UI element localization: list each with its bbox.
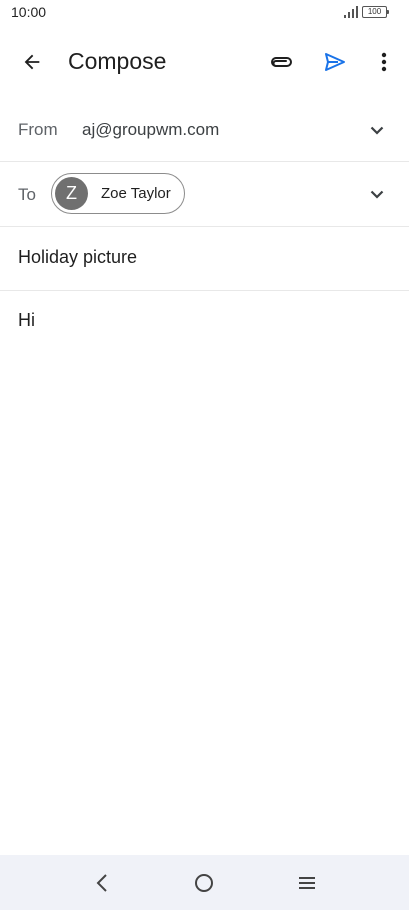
avatar: Z	[55, 177, 88, 210]
more-options-button[interactable]	[364, 42, 404, 82]
nav-menu-icon	[299, 877, 315, 889]
to-expand-button[interactable]	[361, 178, 393, 210]
page-title: Compose	[68, 48, 167, 74]
attach-button[interactable]	[262, 42, 302, 82]
attachment-icon	[271, 57, 292, 67]
nav-menu-button[interactable]	[287, 863, 327, 903]
app-bar: Compose	[0, 34, 409, 90]
back-button[interactable]	[12, 42, 52, 82]
status-time: 10:00	[11, 4, 47, 20]
from-label: From	[18, 120, 58, 139]
nav-back-icon	[96, 874, 107, 892]
recipient-chip[interactable]: Z Zoe Taylor	[51, 173, 185, 214]
nav-home-button[interactable]	[184, 863, 224, 903]
nav-back-button[interactable]	[82, 863, 122, 903]
recipient-name: Zoe Taylor	[101, 185, 171, 202]
system-nav-bar	[0, 855, 409, 910]
from-account[interactable]: aj@groupwm.com	[82, 120, 219, 140]
status-icons: 100	[344, 6, 389, 18]
to-row[interactable]: To Z Zoe Taylor	[0, 162, 409, 227]
back-arrow-icon	[24, 54, 40, 70]
body-field[interactable]: Hi	[18, 310, 35, 331]
subject-field[interactable]: Holiday picture	[18, 247, 137, 268]
chevron-down-icon	[370, 190, 384, 199]
send-icon	[325, 53, 345, 71]
status-bar: 10:00 100	[0, 0, 409, 26]
more-vert-icon	[381, 52, 387, 72]
battery-icon: 100	[362, 6, 389, 18]
subject-row[interactable]: Holiday picture	[0, 227, 409, 291]
chevron-down-icon	[370, 126, 384, 135]
nav-home-icon	[195, 874, 213, 892]
from-row: From aj@groupwm.com	[0, 98, 409, 162]
from-expand-button[interactable]	[361, 114, 393, 146]
signal-icon	[344, 6, 358, 18]
to-label: To	[18, 185, 36, 204]
send-button[interactable]	[315, 42, 355, 82]
